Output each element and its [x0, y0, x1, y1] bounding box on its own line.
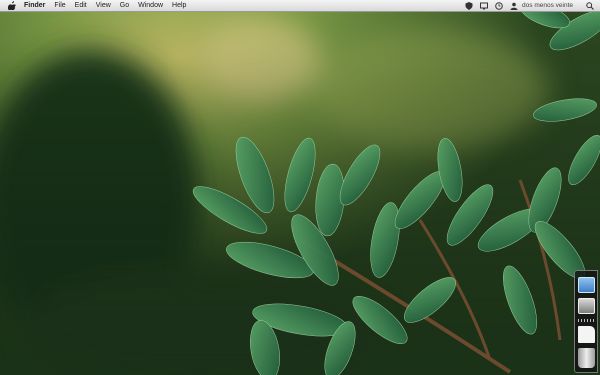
menu-edit[interactable]: Edit: [75, 0, 87, 11]
shield-icon[interactable]: [464, 1, 473, 10]
system-preferences-icon[interactable]: [578, 298, 595, 314]
dock-separator: [578, 319, 595, 322]
trash-icon[interactable]: [578, 348, 595, 368]
apple-menu-icon[interactable]: [8, 1, 16, 10]
clock-icon[interactable]: [494, 1, 503, 10]
menu-window[interactable]: Window: [138, 0, 163, 11]
menu-extras: dos menos veinte: [458, 0, 594, 11]
menu-help[interactable]: Help: [172, 0, 186, 11]
desktop-wallpaper: [0, 0, 600, 375]
user-name[interactable]: dos menos veinte: [522, 2, 573, 9]
dock: [574, 270, 598, 373]
menu-view[interactable]: View: [96, 0, 111, 11]
user-icon[interactable]: [509, 1, 518, 10]
menu-go[interactable]: Go: [120, 0, 129, 11]
menu-file[interactable]: File: [54, 0, 65, 11]
document-icon[interactable]: [578, 326, 595, 343]
spotlight-search-icon[interactable]: [585, 1, 594, 10]
menu-app-finder[interactable]: Finder: [24, 0, 45, 11]
menu-bar: Finder File Edit View Go Window Help dos…: [0, 0, 600, 12]
display-icon[interactable]: [479, 1, 488, 10]
finder-icon[interactable]: [578, 277, 595, 293]
